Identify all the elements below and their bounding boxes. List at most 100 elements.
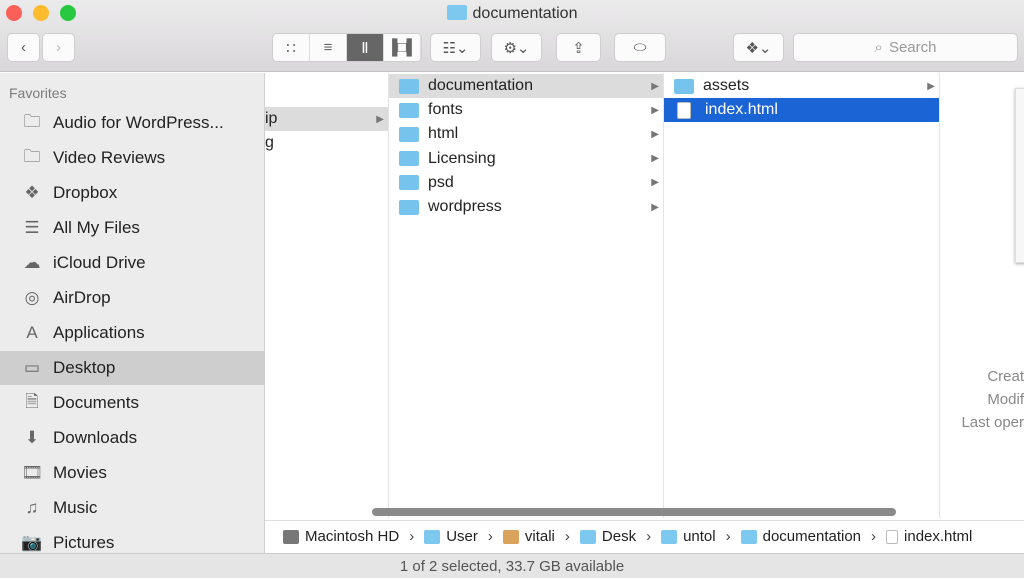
item-label: index.html — [705, 101, 778, 119]
sidebar: Favorites 🗀 Audio for WordPress... 🗀 Video … — [0, 73, 265, 553]
disclosure-arrow-icon: ▶ — [651, 177, 659, 189]
pictures-icon: 📷 — [21, 533, 43, 552]
list-item[interactable]: assets ▶ — [664, 74, 939, 98]
folder-icon — [446, 5, 467, 20]
created-label: Creat — [987, 368, 1024, 385]
sidebar-item-label: Audio for WordPress... — [53, 113, 224, 132]
disclosure-arrow-icon: ▶ — [651, 128, 659, 140]
dropbox-icon: ❖ — [24, 183, 40, 202]
window-title: documentation — [0, 5, 1024, 23]
path-item-label: User — [446, 528, 478, 545]
item-label: fonts — [428, 101, 463, 119]
cloud-icon: ☁ — [23, 253, 41, 272]
sidebar-item-label: Pictures — [53, 533, 115, 552]
tag-button[interactable]: ⬭ — [614, 33, 666, 62]
item-label: psd — [428, 173, 454, 191]
disclosure-arrow-icon: ▶ — [927, 80, 935, 92]
sidebar-item-audio-for-wordpress[interactable]: 🗀 Audio for WordPress... — [0, 106, 265, 140]
sidebar-item-movies[interactable]: 🎞 Movies — [0, 456, 265, 490]
modified-label: Modif — [987, 391, 1024, 408]
sidebar-item-label: All My Files — [53, 218, 140, 237]
list-item[interactable] — [265, 83, 388, 107]
html-file-icon — [677, 101, 691, 119]
sidebar-item-label: iCloud Drive — [53, 253, 146, 272]
list-item[interactable]: psd ▶ — [389, 171, 663, 195]
folder-icon: 🗀 — [23, 146, 41, 166]
preview-pane: Creat Modif Last oper — [940, 73, 1024, 518]
column-3: assets ▶ index.html — [664, 73, 940, 518]
list-item[interactable]: Licensing ▶ — [389, 147, 663, 171]
list-item[interactable]: ip ▶ — [265, 107, 388, 132]
path-item[interactable]: vitali — [502, 528, 555, 545]
disclosure-arrow-icon: ▶ — [651, 80, 659, 92]
folder-icon — [424, 529, 441, 544]
list-item[interactable]: documentation ▶ — [389, 74, 663, 98]
column-view-button[interactable]: Ⅱ — [347, 34, 384, 61]
path-item-label: Desk — [601, 528, 637, 545]
path-item[interactable]: Desk — [579, 528, 637, 545]
sidebar-item-video-reviews[interactable]: 🗀 Video Reviews — [0, 141, 265, 175]
folder-icon — [579, 529, 596, 544]
icon-view-button[interactable]: ∷ — [273, 34, 310, 61]
list-item[interactable]: index.html — [664, 98, 939, 123]
sidebar-item-label: Dropbox — [53, 183, 118, 202]
path-item[interactable]: documentation — [740, 528, 861, 545]
dropbox-button[interactable]: ❖⌄ — [733, 33, 784, 62]
title-bar: documentation ‹ › ∷ ≡ Ⅱ ▐□▌ ☷⌄ ⚙⌄ ⇪ ⬭ ❖⌄… — [0, 0, 1024, 72]
airdrop-icon: ◎ — [24, 288, 40, 307]
sidebar-item-label: Documents — [53, 393, 139, 412]
path-item[interactable]: untol — [661, 528, 716, 545]
column-2: documentation ▶ fonts ▶ html ▶ Licensing ▶ psd ▶ w… — [389, 73, 664, 518]
status-bar: 1 of 2 selected, 33.7 GB available — [0, 553, 1024, 578]
item-label: wordpress — [428, 198, 502, 215]
folder-icon — [399, 199, 419, 215]
search-icon: ⌕ — [874, 39, 883, 56]
path-separator-icon: › — [725, 528, 731, 545]
list-item[interactable]: fonts ▶ — [389, 98, 663, 122]
disclosure-arrow-icon: ▶ — [651, 201, 659, 213]
back-button[interactable]: ‹ — [7, 33, 40, 62]
path-item-label: Macintosh HD — [305, 528, 400, 545]
sidebar-item-label: Downloads — [53, 428, 138, 447]
sidebar-item-label: Applications — [53, 323, 145, 342]
path-item[interactable]: Macintosh HD — [283, 528, 399, 545]
sidebar-item-downloads[interactable]: ⬇ Downloads — [0, 421, 265, 455]
path-item[interactable]: index.html — [886, 528, 972, 545]
forward-button[interactable]: › — [42, 33, 75, 62]
path-separator-icon: › — [646, 528, 652, 545]
path-item-label: vitali — [524, 528, 555, 545]
cover-flow-button[interactable]: ▐□▌ — [384, 34, 421, 61]
path-bar: Macintosh HD › User › vitali › Desk › untol › docu… — [265, 520, 1024, 552]
list-item[interactable]: html ▶ — [389, 122, 663, 146]
sidebar-item-label: Video Reviews — [53, 148, 166, 167]
sidebar-item-desktop[interactable]: ▭ Desktop — [0, 351, 265, 385]
sidebar-item-music[interactable]: ♫ Music — [0, 491, 265, 525]
arrange-button[interactable]: ☷⌄ — [430, 33, 481, 62]
path-item[interactable]: User — [424, 528, 478, 545]
view-mode-control: ∷ ≡ Ⅱ ▐□▌ — [272, 33, 422, 62]
item-label: g — [265, 134, 274, 152]
sidebar-item-icloud-drive[interactable]: ☁ iCloud Drive — [0, 246, 265, 280]
list-item[interactable]: wordpress ▶ — [389, 195, 663, 219]
sidebar-item-documents[interactable]: 🗎 Documents — [0, 386, 265, 420]
disclosure-arrow-icon: ▶ — [651, 104, 659, 116]
html-file-icon — [886, 529, 899, 544]
search-input[interactable]: ⌕ Search — [793, 33, 1018, 62]
sidebar-item-dropbox[interactable]: ❖ Dropbox — [0, 176, 265, 210]
sidebar-item-label: Music — [53, 498, 98, 517]
sidebar-heading: Favorites — [9, 85, 67, 101]
path-separator-icon: › — [564, 528, 570, 545]
file-thumbnail — [1015, 88, 1024, 263]
sidebar-item-airdrop[interactable]: ◎ AirDrop — [0, 281, 265, 315]
path-separator-icon: › — [409, 528, 415, 545]
share-button[interactable]: ⇪ — [556, 33, 601, 62]
list-item[interactable]: g — [265, 131, 388, 155]
hard-drive-icon — [283, 529, 299, 544]
sidebar-item-all-my-files[interactable]: ☰ All My Files — [0, 211, 265, 245]
action-gear-button[interactable]: ⚙⌄ — [491, 33, 542, 62]
sidebar-item-applications[interactable]: A Applications — [0, 316, 265, 350]
folder-icon — [399, 175, 419, 191]
horizontal-scrollbar[interactable] — [372, 508, 896, 516]
path-item-label: untol — [683, 528, 716, 545]
list-view-button[interactable]: ≡ — [310, 34, 347, 61]
